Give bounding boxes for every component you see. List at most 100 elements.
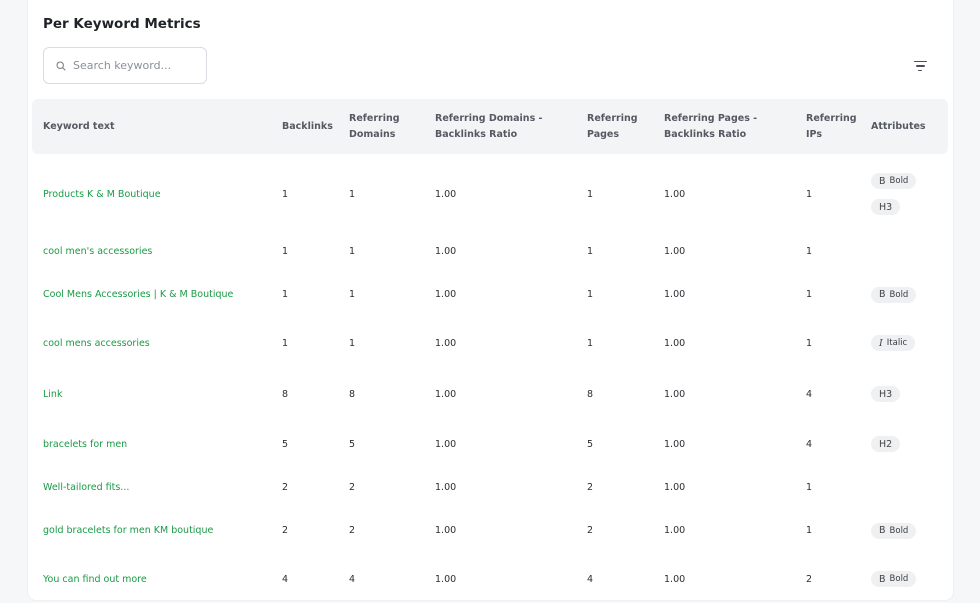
- column-header-line: Referring Domains -: [435, 112, 543, 124]
- column-header-line: Attributes: [871, 120, 926, 132]
- cell-backlinks: 2: [282, 525, 289, 536]
- bold-icon: B: [879, 573, 886, 585]
- attribute-label: Italic: [886, 338, 908, 348]
- cell-rp-ratio: 1.00: [664, 289, 686, 300]
- cell-rp-ratio: 1.00: [664, 188, 686, 200]
- cell-backlinks: 1: [282, 337, 289, 349]
- italic-icon: I: [879, 337, 883, 349]
- attribute-badge: H2: [871, 436, 901, 452]
- cell-ref-ips: 1: [806, 525, 813, 536]
- cell-rd-ratio: 1.00: [435, 525, 457, 536]
- table-row: Link 8 8 1.00 8 1.00 4 H3: [28, 369, 953, 419]
- keyword-link[interactable]: gold bracelets for men KM boutique: [43, 508, 213, 553]
- attributes-cell: H2: [871, 419, 901, 469]
- heading-icon: H3: [879, 201, 893, 213]
- keyword-link[interactable]: Cool Mens Accessories | K & M Boutique: [43, 272, 233, 317]
- cell-ref-ips: 1: [806, 188, 813, 200]
- cell-ref-domains: 2: [349, 481, 356, 493]
- keyword-link[interactable]: You can find out more: [43, 555, 147, 603]
- keyword-link[interactable]: cool mens accessories: [43, 318, 150, 368]
- cell-ref-ips: 2: [806, 573, 813, 585]
- search-box[interactable]: [43, 47, 207, 84]
- cell-ref-ips: 1: [806, 245, 813, 257]
- cell-ref-domains: 1: [349, 337, 356, 349]
- column-header-line: Referring: [349, 112, 400, 124]
- column-header-keyword: Keyword text: [43, 99, 115, 154]
- cell-ref-domains: 5: [349, 438, 356, 450]
- attributes-cell: B Bold: [871, 508, 917, 553]
- cell-ref-domains: 4: [349, 573, 356, 585]
- attributes-cell: B Bold: [871, 272, 917, 317]
- attributes-cell: I Italic: [871, 318, 916, 368]
- attribute-label: Bold: [889, 525, 909, 536]
- keyword-link[interactable]: Link: [43, 369, 62, 419]
- cell-ref-pages: 2: [587, 525, 594, 536]
- attribute-label: Bold: [889, 289, 909, 300]
- column-header-line: Keyword text: [43, 120, 115, 132]
- table-header: Keyword text Backlinks Referring Domains Ref…: [32, 99, 948, 154]
- cell-rp-ratio: 1.00: [664, 337, 686, 349]
- attribute-badge: H3: [871, 199, 901, 215]
- page-title: Per Keyword Metrics: [43, 16, 201, 32]
- search-icon: [56, 60, 66, 71]
- attribute-badge: B Bold: [871, 286, 917, 303]
- cell-ref-domains: 8: [349, 388, 356, 400]
- cell-rd-ratio: 1.00: [435, 438, 457, 450]
- cell-rp-ratio: 1.00: [664, 525, 686, 536]
- column-header-line: Referring Pages -: [664, 112, 758, 124]
- column-header-line: Referring: [587, 112, 638, 124]
- bold-icon: B: [879, 525, 886, 536]
- cell-backlinks: 1: [282, 245, 289, 257]
- keyword-link[interactable]: bracelets for men: [43, 419, 127, 469]
- column-header-line: Domains: [349, 128, 396, 140]
- column-header-ref-ips: Referring IPs: [806, 99, 857, 154]
- cell-rd-ratio: 1.00: [435, 188, 457, 200]
- cell-backlinks: 1: [282, 289, 289, 300]
- column-header-line: Pages: [587, 128, 620, 140]
- attribute-badge: I Italic: [871, 335, 916, 351]
- cell-ref-pages: 1: [587, 337, 594, 349]
- keyword-link[interactable]: Products K & M Boutique: [43, 160, 161, 228]
- cell-backlinks: 2: [282, 481, 289, 493]
- column-header-backlinks: Backlinks: [282, 99, 333, 154]
- cell-rd-ratio: 1.00: [435, 573, 457, 585]
- bold-icon: B: [879, 289, 886, 300]
- cell-ref-pages: 8: [587, 388, 594, 400]
- column-header-line: Backlinks Ratio: [664, 128, 747, 140]
- cell-ref-ips: 1: [806, 337, 813, 349]
- attribute-badge: B Bold: [871, 173, 917, 189]
- cell-backlinks: 4: [282, 573, 289, 585]
- bold-icon: B: [879, 175, 886, 187]
- attributes-cell: H3: [871, 369, 901, 419]
- cell-rp-ratio: 1.00: [664, 573, 686, 585]
- attribute-label: Bold: [889, 574, 909, 584]
- table-row: cool men's accessories 1 1 1.00 1 1.00 1: [28, 231, 953, 271]
- table-row: cool mens accessories 1 1 1.00 1 1.00 1 I Italic: [28, 318, 953, 368]
- cell-rp-ratio: 1.00: [664, 245, 686, 257]
- cell-ref-ips: 4: [806, 388, 813, 400]
- search-input[interactable]: [73, 59, 193, 72]
- cell-backlinks: 1: [282, 188, 289, 200]
- attribute-badge: B Bold: [871, 571, 917, 587]
- cell-ref-pages: 1: [587, 245, 594, 257]
- table-row: bracelets for men 5 5 1.00 5 1.00 4 H2: [28, 419, 953, 469]
- cell-ref-domains: 1: [349, 245, 356, 257]
- keyword-link[interactable]: cool men's accessories: [43, 231, 152, 271]
- heading-icon: H2: [879, 438, 893, 450]
- filter-icon[interactable]: [912, 58, 928, 74]
- cell-ref-pages: 2: [587, 481, 594, 493]
- column-header-ref-pages: Referring Pages: [587, 99, 638, 154]
- column-header-ref-domains: Referring Domains: [349, 99, 400, 154]
- cell-rp-ratio: 1.00: [664, 388, 686, 400]
- table-row: gold bracelets for men KM boutique 2 2 1.00…: [28, 508, 953, 553]
- cell-rd-ratio: 1.00: [435, 289, 457, 300]
- attributes-cell: B Bold: [871, 555, 917, 603]
- column-header-line: Referring: [806, 112, 857, 124]
- cell-backlinks: 5: [282, 438, 289, 450]
- attributes-cell: B Bold H3: [871, 160, 917, 228]
- cell-ref-ips: 1: [806, 289, 813, 300]
- column-header-line: Backlinks: [282, 120, 333, 132]
- keyword-link[interactable]: Well-tailored fits...: [43, 467, 129, 507]
- cell-ref-domains: 2: [349, 525, 356, 536]
- heading-icon: H3: [879, 388, 893, 400]
